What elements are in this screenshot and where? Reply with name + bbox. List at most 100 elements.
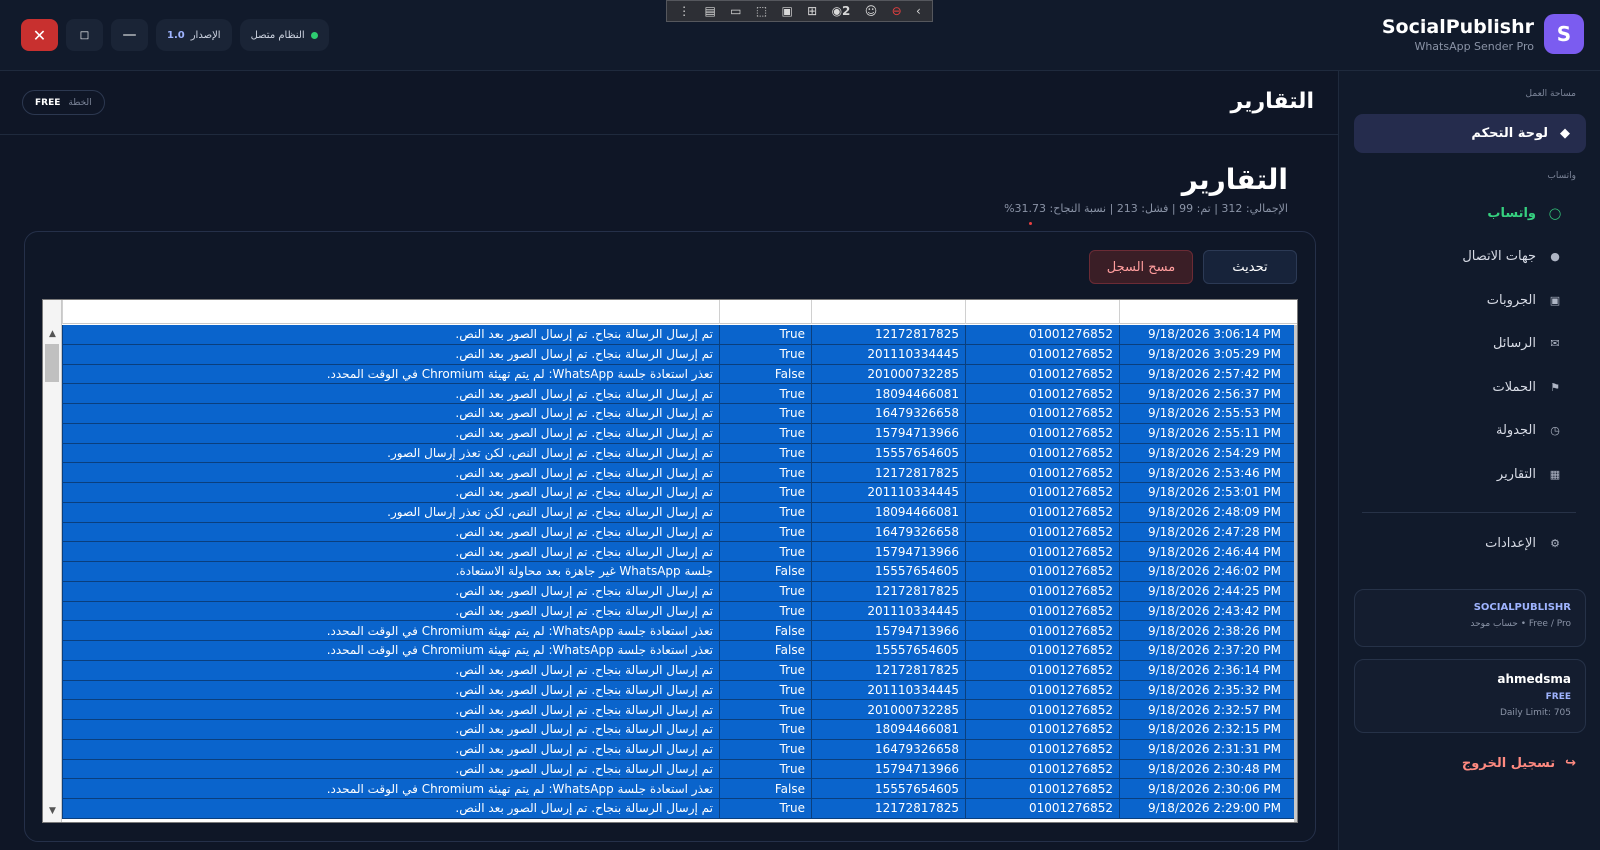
cell-sender: 01001276852 xyxy=(965,680,1119,700)
cell-success: False xyxy=(719,621,811,640)
mail-icon: ✉ xyxy=(1550,336,1560,350)
column-header-message[interactable] xyxy=(62,300,719,324)
table-row[interactable]: 9/18/2026 2:47:28 PM 01001276852 164793266… xyxy=(62,522,1297,543)
page-title: التقارير xyxy=(1181,163,1288,196)
table-row[interactable]: 9/18/2026 2:32:15 PM 01001276852 180944660… xyxy=(62,720,1297,740)
table-row[interactable]: 9/18/2026 2:44:25 PM 01001276852 121728178… xyxy=(62,581,1297,602)
cell-date: 9/18/2026 2:32:15 PM xyxy=(1119,720,1287,739)
table-row[interactable]: 9/18/2026 2:56:37 PM 01001276852 180944660… xyxy=(62,384,1297,404)
header-title: التقارير xyxy=(1230,89,1315,114)
layout-icon[interactable]: ⊞ xyxy=(807,4,817,18)
cell-sender: 01001276852 xyxy=(965,522,1119,542)
clear-log-button[interactable]: مسح السجل xyxy=(1089,250,1193,284)
sidebar-item-groups[interactable]: ▣ الجروبات xyxy=(1354,285,1586,315)
cell-sender: 01001276852 xyxy=(965,364,1119,384)
sidebar-item-whatsapp[interactable]: ◯ واتساب xyxy=(1354,198,1586,228)
column-header-receiver[interactable] xyxy=(811,300,965,324)
table-row[interactable]: 9/18/2026 2:38:26 PM 01001276852 157947139… xyxy=(62,621,1297,641)
scroll-up-icon[interactable]: ▲ xyxy=(44,326,61,342)
sidebar-item-label: الجروبات xyxy=(1486,292,1536,308)
sidebar-item-contacts[interactable]: ● جهات الاتصال xyxy=(1354,241,1586,271)
scroll-down-icon[interactable]: ▼ xyxy=(44,803,61,819)
cell-sender: 01001276852 xyxy=(965,621,1119,640)
cell-sender: 01001276852 xyxy=(965,759,1119,779)
minimize-icon: — xyxy=(122,27,137,43)
user-plan: FREE xyxy=(1545,692,1571,702)
table-row[interactable]: 9/18/2026 2:30:06 PM 01001276852 155576546… xyxy=(62,779,1297,799)
table-row[interactable]: 9/18/2026 2:55:11 PM 01001276852 157947139… xyxy=(62,423,1297,444)
table-row[interactable]: 9/18/2026 2:53:46 PM 01001276852 121728178… xyxy=(62,463,1297,483)
record-icon[interactable]: ◉2 xyxy=(832,4,851,18)
brand: S SocialPublishr WhatsApp Sender Pro xyxy=(1382,14,1584,54)
pointer-select-icon[interactable]: ⬚ xyxy=(756,4,767,18)
cell-receiver: 16479326658 xyxy=(811,404,965,423)
table-row[interactable]: 9/18/2026 3:06:14 PM 01001276852 121728178… xyxy=(62,325,1297,345)
column-header-success[interactable] xyxy=(719,300,811,324)
inspect-icon[interactable]: ▤ xyxy=(704,4,715,18)
video-icon[interactable]: ▭ xyxy=(730,4,741,18)
cell-sender: 01001276852 xyxy=(965,325,1119,344)
table-row[interactable]: 9/18/2026 3:05:29 PM 01001276852 201110334… xyxy=(62,344,1297,365)
cell-date: 9/18/2026 2:53:46 PM xyxy=(1119,463,1287,482)
frame-icon[interactable]: ▣ xyxy=(782,4,793,18)
sidebar-item-messages[interactable]: ✉ الرسائل xyxy=(1354,328,1586,358)
cell-sender: 01001276852 xyxy=(965,739,1119,759)
table-row[interactable]: 9/18/2026 2:43:42 PM 01001276852 201110334… xyxy=(62,601,1297,622)
table-row[interactable]: 9/18/2026 2:36:14 PM 01001276852 121728178… xyxy=(62,660,1297,681)
minimize-button[interactable]: — xyxy=(111,19,148,51)
accessibility-icon[interactable]: ☺ xyxy=(865,4,878,18)
column-header-sender[interactable] xyxy=(965,300,1119,324)
cell-receiver: 15794713966 xyxy=(811,759,965,779)
maximize-button[interactable]: □ xyxy=(66,19,103,51)
table-row[interactable]: 9/18/2026 2:57:42 PM 01001276852 201000732… xyxy=(62,364,1297,385)
table-row[interactable]: 9/18/2026 2:46:44 PM 01001276852 157947139… xyxy=(62,542,1297,562)
table-row[interactable]: 9/18/2026 2:54:29 PM 01001276852 155576546… xyxy=(62,443,1297,464)
scroll-thumb[interactable] xyxy=(45,344,59,382)
cell-success: True xyxy=(719,423,811,443)
column-header-date[interactable] xyxy=(1119,300,1297,324)
cell-message: تعذر استعادة جلسة WhatsApp: لم يتم تهيئة… xyxy=(62,364,719,384)
sidebar-item-settings[interactable]: ⚙ الإعدادات xyxy=(1354,528,1586,558)
cell-sender: 01001276852 xyxy=(965,404,1119,423)
sidebar-item-schedule[interactable]: ◷ الجدولة xyxy=(1354,415,1586,445)
status-dot-icon xyxy=(310,31,318,39)
account-card: SOCIALPUBLISHR حساب موحد • Free / Pro xyxy=(1354,589,1586,647)
close-button[interactable]: ✕ xyxy=(21,19,58,51)
table-row[interactable]: 9/18/2026 2:31:31 PM 01001276852 164793266… xyxy=(62,739,1297,760)
table-row[interactable]: 9/18/2026 2:53:01 PM 01001276852 201110334… xyxy=(62,483,1297,503)
cell-sender: 01001276852 xyxy=(965,720,1119,739)
cell-date: 9/18/2026 2:55:11 PM xyxy=(1119,423,1287,443)
table-row[interactable]: 9/18/2026 2:30:48 PM 01001276852 157947139… xyxy=(62,759,1297,780)
table-row[interactable]: 9/18/2026 2:37:20 PM 01001276852 155576546… xyxy=(62,641,1297,661)
refresh-button[interactable]: تحديث xyxy=(1203,250,1297,284)
table-row[interactable]: 9/18/2026 2:32:57 PM 01001276852 201000732… xyxy=(62,700,1297,720)
cell-receiver: 201110334445 xyxy=(811,601,965,621)
cell-sender: 01001276852 xyxy=(965,443,1119,463)
table-row[interactable]: 9/18/2026 2:55:53 PM 01001276852 164793266… xyxy=(62,404,1297,424)
sidebar-item-label: جهات الاتصال xyxy=(1462,248,1536,264)
sidebar-item-dashboard[interactable]: ◆ لوحة التحكم xyxy=(1354,114,1586,153)
cell-date: 9/18/2026 2:46:02 PM xyxy=(1119,562,1287,581)
cell-sender: 01001276852 xyxy=(965,384,1119,403)
table-row[interactable]: 9/18/2026 2:48:09 PM 01001276852 180944660… xyxy=(62,502,1297,523)
table-row[interactable]: 9/18/2026 2:35:32 PM 01001276852 201110334… xyxy=(62,680,1297,701)
cell-sender: 01001276852 xyxy=(965,463,1119,482)
stop-icon[interactable]: ⊖ xyxy=(892,4,902,18)
reports-grid[interactable]: ▲ ▼ 9/18/2026 3:06:14 PM 01001276852 12172… xyxy=(42,299,1298,823)
chevron-left-icon[interactable]: ‹ xyxy=(916,4,921,18)
brand-text: SocialPublishr WhatsApp Sender Pro xyxy=(1382,16,1534,53)
grip-icon[interactable]: ⋮ xyxy=(678,4,690,18)
cell-receiver: 201000732285 xyxy=(811,700,965,719)
maximize-icon: □ xyxy=(79,29,90,41)
cell-message: تعذر استعادة جلسة WhatsApp: لم يتم تهيئة… xyxy=(62,641,719,660)
cell-success: True xyxy=(719,483,811,502)
table-row[interactable]: 9/18/2026 2:46:02 PM 01001276852 155576546… xyxy=(62,562,1297,582)
table-row[interactable]: 9/18/2026 2:29:00 PM 01001276852 121728178… xyxy=(62,799,1297,819)
reports-panel: تحديث مسح السجل ▲ ▼ 9/18/2026 3:06:14 PM… xyxy=(24,231,1316,842)
cell-receiver: 12172817825 xyxy=(811,325,965,344)
sidebar-item-reports[interactable]: ▦ التقارير xyxy=(1354,459,1586,489)
cell-date: 9/18/2026 2:29:00 PM xyxy=(1119,799,1287,818)
sidebar-item-campaigns[interactable]: ⚑ الحملات xyxy=(1354,372,1586,402)
logout-button[interactable]: ↪ تسجيل الخروج xyxy=(1462,756,1576,771)
gear-icon: ⚙ xyxy=(1550,536,1560,550)
